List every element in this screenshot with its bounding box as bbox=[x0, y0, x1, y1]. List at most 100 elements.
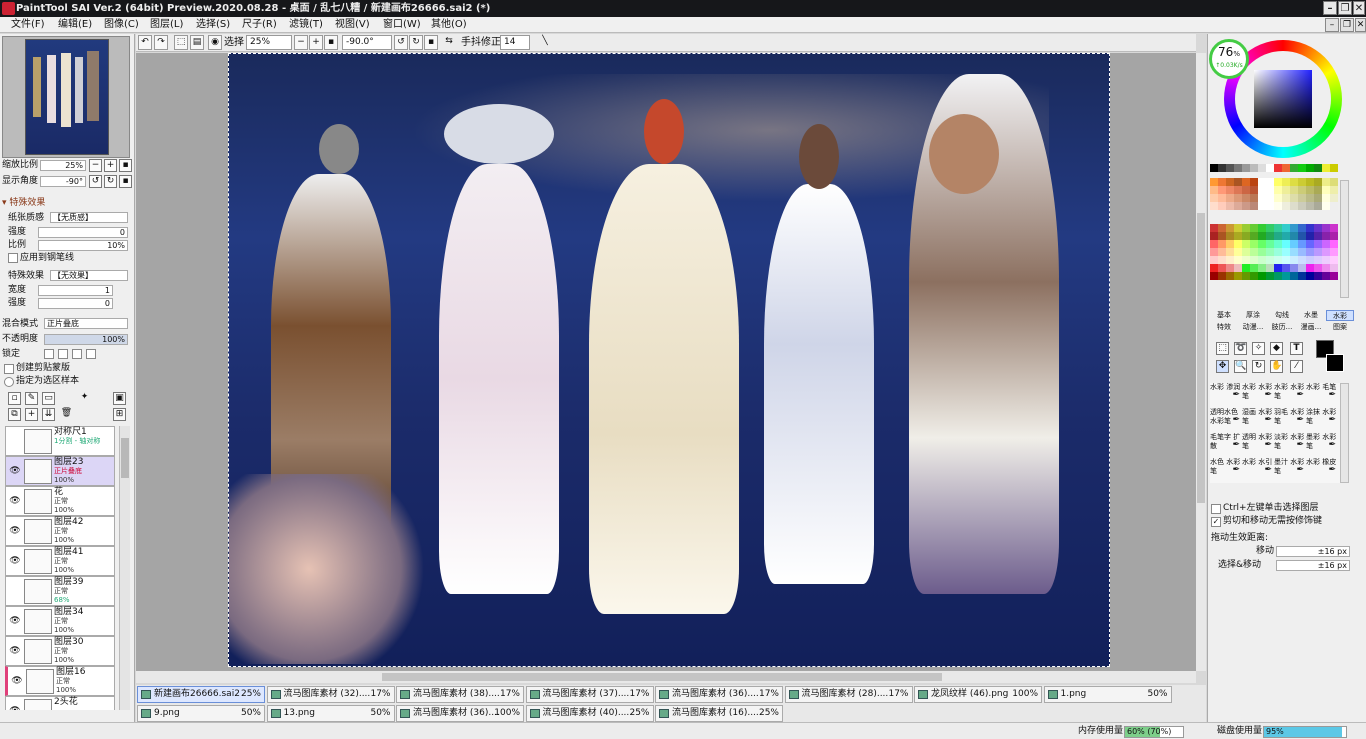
tool-tab[interactable]: 肢历... bbox=[1268, 322, 1296, 333]
layer-menu-icon[interactable]: ⊞ bbox=[113, 408, 126, 421]
angle-field[interactable]: -90° bbox=[40, 176, 86, 187]
color-swatch[interactable] bbox=[1290, 178, 1298, 186]
color-swatch[interactable] bbox=[1218, 240, 1226, 248]
new-folder-icon[interactable]: ▭ bbox=[42, 392, 55, 405]
color-swatch[interactable] bbox=[1234, 272, 1242, 280]
color-swatch[interactable] bbox=[1218, 202, 1226, 210]
color-swatch[interactable] bbox=[1218, 272, 1226, 280]
color-swatch[interactable] bbox=[1274, 164, 1282, 172]
color-swatch[interactable] bbox=[1290, 186, 1298, 194]
color-swatch[interactable] bbox=[1330, 248, 1338, 256]
color-swatch[interactable] bbox=[1314, 248, 1322, 256]
color-swatch[interactable] bbox=[1282, 272, 1290, 280]
color-swatch[interactable] bbox=[1226, 264, 1234, 272]
new-layer-icon[interactable]: ▫ bbox=[8, 392, 21, 405]
brush-preset[interactable]: 水彩 渗润 ✒ bbox=[1210, 383, 1244, 403]
brush-preset[interactable]: 透明 水彩笔 ✒ bbox=[1242, 433, 1276, 453]
color-swatch[interactable] bbox=[1322, 186, 1330, 194]
color-swatch[interactable] bbox=[1226, 256, 1234, 264]
color-swatch[interactable] bbox=[1322, 164, 1330, 172]
rotate-reset-button[interactable]: ▪ bbox=[424, 35, 438, 50]
color-swatch[interactable] bbox=[1314, 202, 1322, 210]
hand-icon[interactable]: ✋ bbox=[1270, 360, 1283, 373]
color-swatch[interactable] bbox=[1322, 178, 1330, 186]
straight-line-icon[interactable]: ╲ bbox=[538, 35, 552, 50]
background-color[interactable] bbox=[1326, 354, 1344, 372]
rotate-right-button[interactable]: ↻ bbox=[104, 175, 117, 188]
color-swatch[interactable] bbox=[1218, 224, 1226, 232]
color-swatch[interactable] bbox=[1234, 186, 1242, 194]
horizontal-scrollbar[interactable] bbox=[136, 671, 1196, 683]
document-tab[interactable]: 流马图库素材 (16).... 25% bbox=[655, 705, 783, 722]
color-swatch[interactable] bbox=[1322, 232, 1330, 240]
zoom-fit-button[interactable]: ▪ bbox=[324, 35, 338, 50]
color-swatch[interactable] bbox=[1290, 256, 1298, 264]
opacity-slider[interactable]: 100% bbox=[44, 334, 128, 345]
color-swatch[interactable] bbox=[1234, 248, 1242, 256]
redo-button[interactable]: ↷ bbox=[154, 35, 168, 50]
menu-file[interactable]: 文件(F) bbox=[11, 18, 45, 32]
color-swatch[interactable] bbox=[1266, 194, 1274, 202]
color-swatch[interactable] bbox=[1210, 186, 1218, 194]
color-swatch[interactable] bbox=[1330, 272, 1338, 280]
move-field[interactable]: ±16 px bbox=[1276, 546, 1350, 557]
color-swatch[interactable] bbox=[1266, 224, 1274, 232]
color-swatch[interactable] bbox=[1226, 202, 1234, 210]
color-swatch[interactable] bbox=[1298, 202, 1306, 210]
ctrl-click-checkbox[interactable] bbox=[1211, 504, 1221, 514]
color-swatch[interactable] bbox=[1314, 224, 1322, 232]
color-swatch[interactable] bbox=[1234, 256, 1242, 264]
color-swatch[interactable] bbox=[1290, 272, 1298, 280]
color-swatch[interactable] bbox=[1258, 232, 1266, 240]
color-swatch[interactable] bbox=[1322, 224, 1330, 232]
cut-move-checkbox[interactable]: ✓ bbox=[1211, 517, 1221, 527]
clip-checkbox[interactable] bbox=[4, 364, 14, 374]
color-swatch[interactable] bbox=[1298, 164, 1306, 172]
color-swatch[interactable] bbox=[1242, 178, 1250, 186]
brush-preset[interactable]: 湿画 水彩笔 ✒ bbox=[1242, 408, 1276, 428]
color-swatch[interactable] bbox=[1306, 164, 1314, 172]
color-swatch[interactable] bbox=[1226, 164, 1234, 172]
document-tab[interactable]: 新建画布26666.sai2 25% bbox=[137, 686, 265, 703]
color-swatch[interactable] bbox=[1274, 202, 1282, 210]
brush-preset[interactable]: 水彩 水彩笔 ✒ bbox=[1274, 383, 1308, 403]
color-swatch[interactable] bbox=[1306, 264, 1314, 272]
color-swatch[interactable] bbox=[1282, 202, 1290, 210]
color-swatch[interactable] bbox=[1314, 164, 1322, 172]
eyedropper-icon[interactable]: ⁄ bbox=[1290, 360, 1303, 373]
color-swatch[interactable] bbox=[1266, 256, 1274, 264]
color-swatch[interactable] bbox=[1274, 186, 1282, 194]
tool-tab[interactable]: 基本 bbox=[1210, 310, 1238, 321]
doc-close-button[interactable]: ✕ bbox=[1355, 18, 1366, 32]
tool-tab[interactable]: 厚涂 bbox=[1239, 310, 1267, 321]
brush-preset[interactable]: 羽毛 水彩笔 ✒ bbox=[1274, 408, 1308, 428]
brush-preset[interactable]: 水彩 水引 ✒ bbox=[1242, 458, 1276, 478]
color-swatch[interactable] bbox=[1226, 194, 1234, 202]
blend-select[interactable]: 正片叠底 bbox=[44, 318, 128, 329]
deselect-button[interactable]: ⬚ bbox=[174, 35, 188, 50]
color-swatch[interactable] bbox=[1234, 194, 1242, 202]
color-swatch[interactable] bbox=[1298, 272, 1306, 280]
brush-preset[interactable]: 水彩 橡皮 ✒ bbox=[1306, 458, 1340, 478]
vertical-scrollbar[interactable] bbox=[1196, 53, 1206, 671]
color-swatch[interactable] bbox=[1298, 224, 1306, 232]
color-swatch[interactable] bbox=[1314, 256, 1322, 264]
color-swatch[interactable] bbox=[1242, 272, 1250, 280]
color-swatch[interactable] bbox=[1330, 202, 1338, 210]
color-swatch[interactable] bbox=[1218, 186, 1226, 194]
strength-field[interactable]: 0 bbox=[38, 227, 128, 238]
color-swatch[interactable] bbox=[1290, 194, 1298, 202]
lock-paint-icon[interactable] bbox=[58, 349, 68, 359]
color-swatch[interactable] bbox=[1234, 164, 1242, 172]
color-swatch[interactable] bbox=[1242, 256, 1250, 264]
zoom-select[interactable]: 25% bbox=[246, 35, 292, 50]
color-swatch[interactable] bbox=[1282, 248, 1290, 256]
document-tab[interactable]: 流马图库素材 (32).... 17% bbox=[266, 686, 395, 703]
color-swatch[interactable] bbox=[1210, 240, 1218, 248]
selmove-field[interactable]: ±16 px bbox=[1276, 560, 1350, 571]
magic-wand-icon[interactable]: ✧ bbox=[1252, 342, 1265, 355]
shape-icon[interactable]: ◆ bbox=[1270, 342, 1283, 355]
color-swatch[interactable] bbox=[1298, 194, 1306, 202]
color-swatch[interactable] bbox=[1210, 194, 1218, 202]
color-swatch[interactable] bbox=[1250, 186, 1258, 194]
